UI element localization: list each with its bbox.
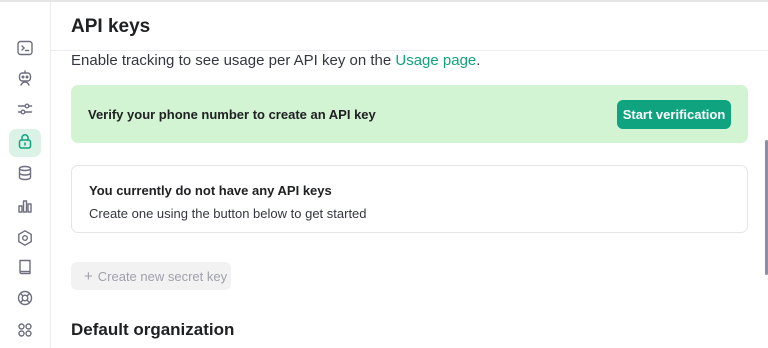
database-icon	[16, 164, 34, 187]
bar-chart-icon	[16, 197, 34, 220]
assistant-icon	[16, 69, 34, 92]
gear-icon	[16, 229, 34, 252]
empty-state-title: You currently do not have any API keys	[89, 183, 332, 198]
terminal-icon	[16, 39, 34, 62]
sidebar-item-settings[interactable]	[9, 226, 41, 254]
sidebar-item-apps[interactable]	[9, 318, 41, 346]
page-header: API keys	[51, 2, 768, 51]
sidebar-item-usage[interactable]	[9, 194, 41, 222]
description-suffix: .	[476, 52, 481, 69]
sidebar-item-help[interactable]	[9, 286, 41, 314]
sliders-icon	[16, 100, 34, 123]
create-secret-key-label: Create new secret key	[97, 268, 228, 284]
sidebar-item-storage[interactable]	[9, 161, 41, 189]
empty-state-card: You currently do not have any API keys C…	[71, 165, 748, 233]
sidebar-item-assistants[interactable]	[9, 66, 41, 94]
lifebuoy-icon	[16, 289, 34, 312]
sidebar	[0, 2, 51, 348]
verification-banner: Verify your phone number to create an AP…	[71, 85, 748, 143]
description-text: Enable tracking to see usage per API key…	[71, 52, 396, 69]
sidebar-item-finetuning[interactable]	[9, 97, 41, 125]
apps-icon	[16, 321, 34, 344]
banner-text: Verify your phone number to create an AP…	[88, 107, 376, 122]
empty-state-subtitle: Create one using the button below to get…	[89, 206, 367, 221]
page-description: Enable tracking to see usage per API key…	[71, 52, 480, 69]
lock-icon	[16, 132, 34, 155]
create-secret-key-button[interactable]: + Create new secret key	[71, 262, 231, 290]
start-verification-button[interactable]: Start verification	[617, 100, 731, 129]
page-title: API keys	[71, 16, 151, 37]
sidebar-item-api-keys[interactable]	[9, 129, 41, 157]
usage-page-link[interactable]: Usage page	[395, 52, 476, 69]
book-icon	[16, 258, 34, 281]
sidebar-item-docs[interactable]	[9, 255, 41, 283]
plus-icon: +	[84, 267, 93, 285]
default-organization-heading: Default organization	[71, 320, 235, 339]
sidebar-item-playground[interactable]	[9, 36, 41, 64]
